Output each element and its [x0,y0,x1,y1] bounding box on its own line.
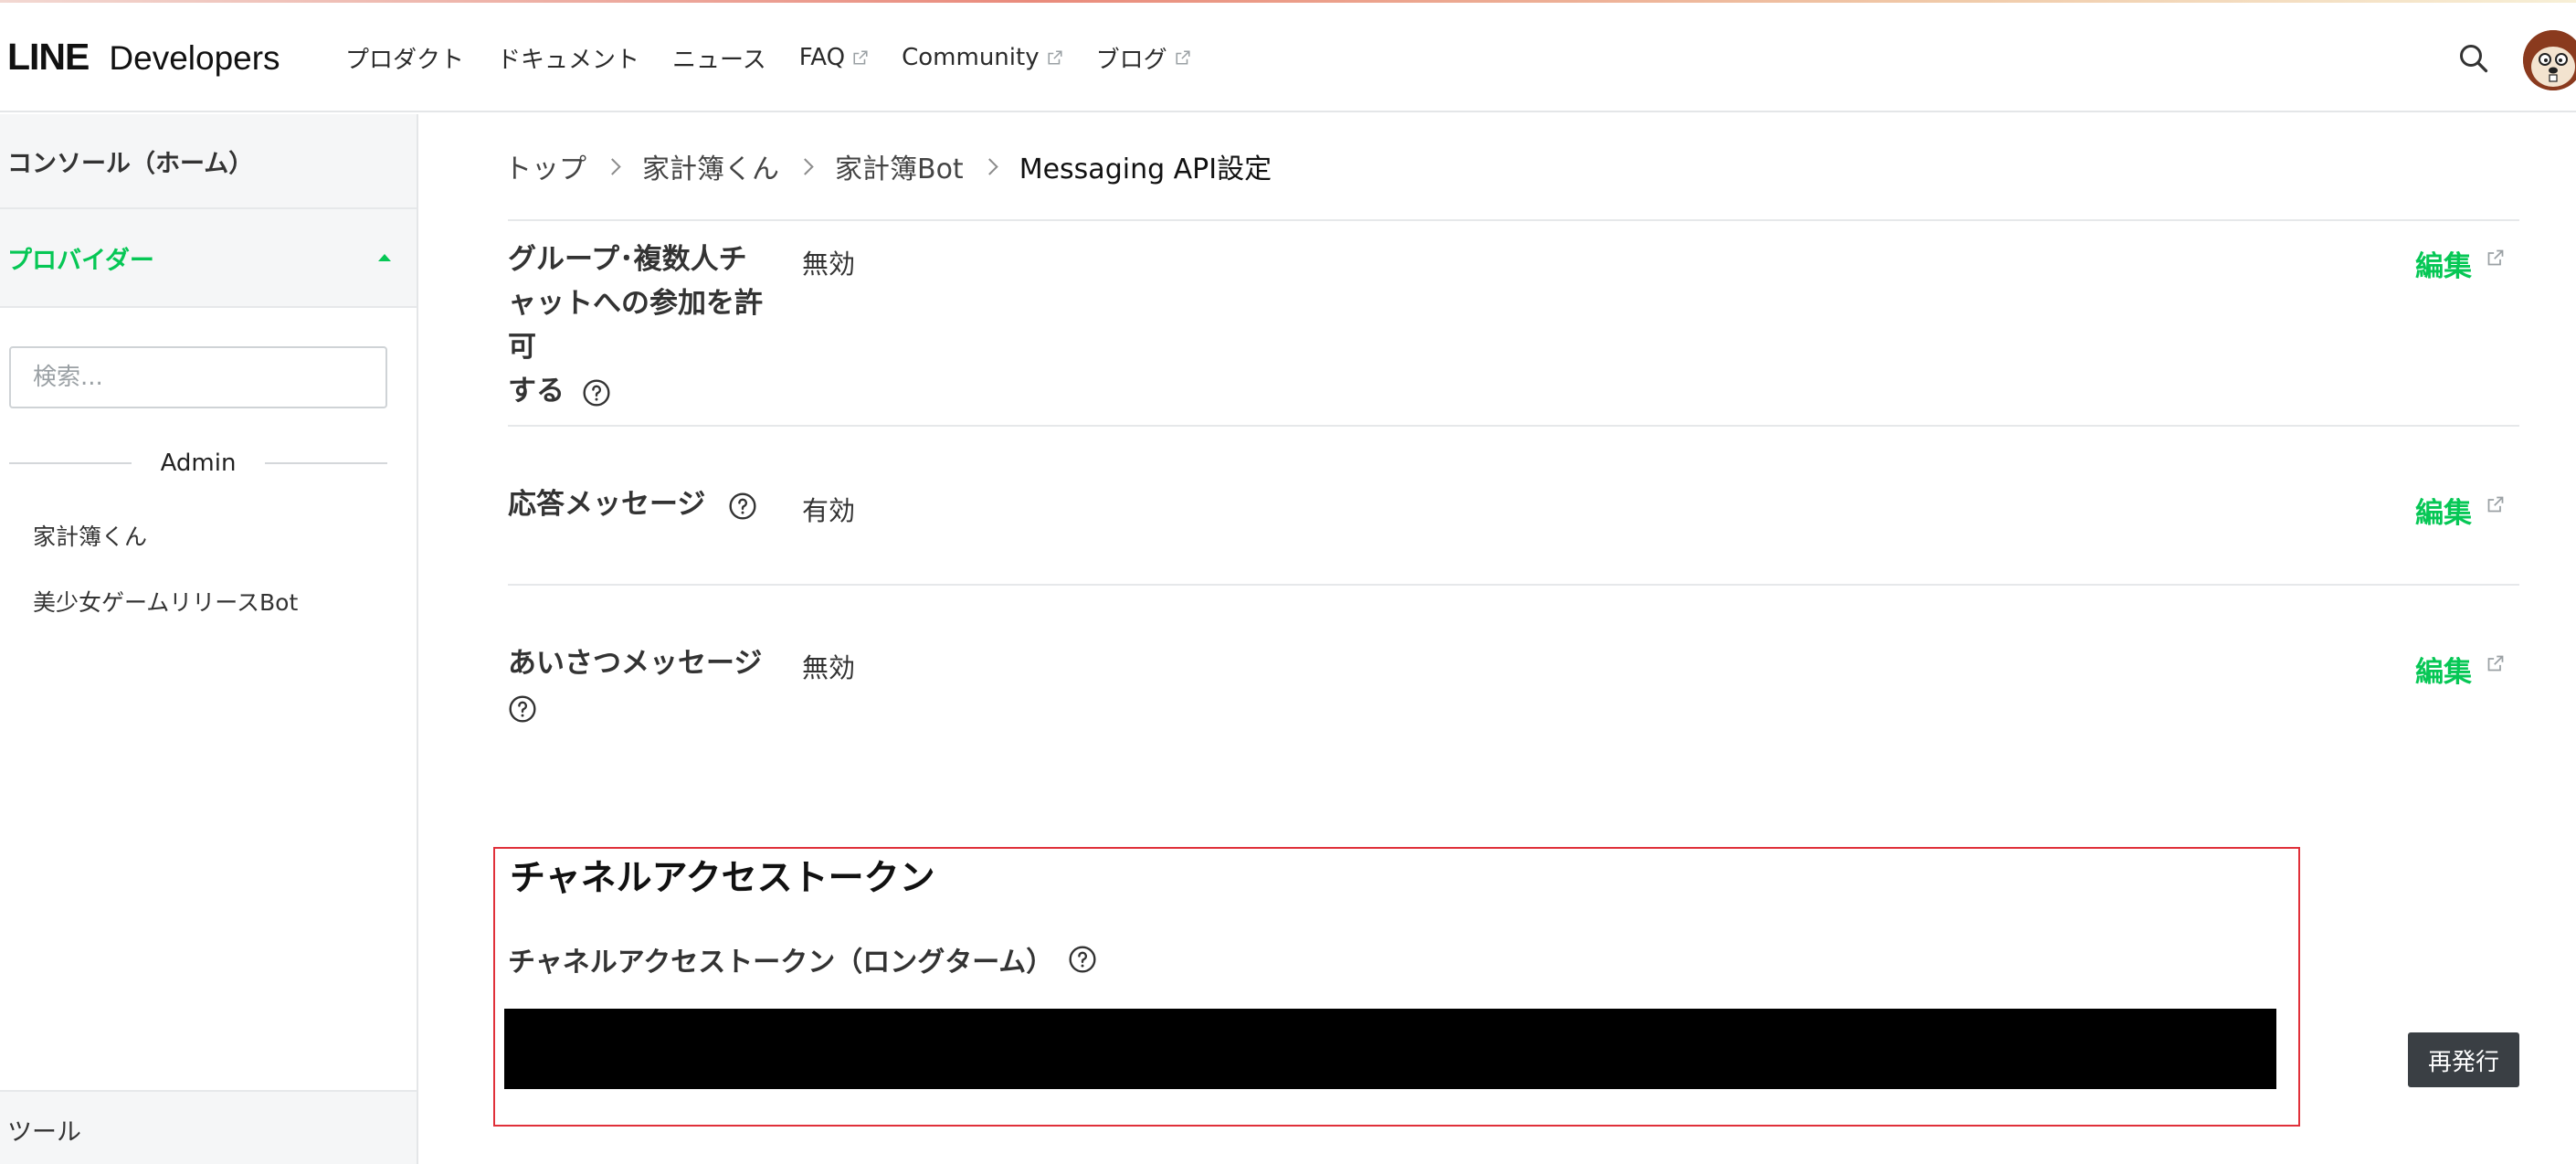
nav-blog[interactable]: ブログ [1096,41,1191,75]
help-circle-icon[interactable] [508,694,537,724]
chevron-right-icon [604,157,621,175]
edit-group-chat-link[interactable]: 編集 [2415,243,2505,284]
external-link-icon [1048,50,1062,65]
breadcrumb: トップ 家計簿くん 家計簿Bot Messaging API設定 [504,146,1272,186]
edit-greeting-link[interactable]: 編集 [2415,649,2505,690]
nav-news[interactable]: ニュース [672,41,766,75]
breadcrumb-current: Messaging API設定 [1019,153,1272,185]
help-circle-icon[interactable] [1068,945,1097,974]
token-value-redacted [504,1009,2276,1089]
external-link-icon [2487,655,2504,671]
sidebar-item-bishoujo-game-release-bot[interactable]: 美少女ゲームリリースBot [33,585,298,618]
external-link-icon [1176,50,1190,65]
user-avatar[interactable] [2523,30,2576,90]
sidebar-provider-label: プロバイダー [7,246,154,275]
setting-value-greeting: 無効 [802,652,856,683]
nav-blog-label: ブログ [1095,46,1167,74]
external-link-icon [853,50,868,65]
nav-community-label: Community [902,44,1040,71]
chevron-right-icon [797,157,814,175]
divider-line [265,462,387,464]
nav-news-label: ニュース [672,46,766,74]
sidebar-console-home[interactable]: コンソール（ホーム） [0,114,417,209]
token-long-term-text: チャネルアクセストークン（ロングターム） [508,947,1054,979]
setting-label-line [508,685,782,729]
nav-products[interactable]: プロダクト [345,41,464,75]
setting-label-line-text: する [508,375,565,407]
setting-label-line-text: 応答メッセージ [508,488,706,521]
setting-value-group-chat: 無効 [802,249,856,280]
sidebar-tools[interactable]: ツール [0,1090,417,1164]
setting-label-line: グループ･複数人チ [508,243,747,276]
external-link-icon [2487,496,2504,512]
global-header: LINE Developers プロダクト ドキュメント ニュース FAQ Co… [0,3,2576,112]
row-divider [508,584,2519,586]
setting-label-line: あいさつメッセージ [508,647,763,680]
sidebar-provider-toggle[interactable]: プロバイダー [0,209,417,308]
line-developers-logo[interactable]: LINE Developers [7,36,280,79]
admin-group-label: Admin [160,450,237,477]
logo-developers-text: Developers [109,39,280,77]
breadcrumb-channel[interactable]: 家計簿Bot [835,146,964,186]
nav-faq-label: FAQ [798,44,846,71]
sidebar-item-kakeibo-kun[interactable]: 家計簿くん [33,519,147,552]
caret-up-icon [378,254,391,261]
sidebar-tools-label: ツール [7,1117,81,1147]
nav-products-label: プロダクト [345,46,465,74]
help-circle-icon[interactable] [582,378,611,407]
sidebar-console-label: コンソール（ホーム） [7,149,254,178]
global-nav: プロダクト ドキュメント ニュース FAQ Community ブログ [345,39,1224,76]
nav-documents-label: ドキュメント [497,46,640,74]
setting-label-greeting: あいさつメッセージ [508,641,782,729]
setting-value-auto-reply: 有効 [802,495,856,526]
breadcrumb-top[interactable]: トップ [504,146,586,186]
row-divider [508,425,2519,427]
search-icon[interactable] [2457,42,2490,75]
edit-auto-reply-link[interactable]: 編集 [2415,490,2505,531]
setting-label-line: する [508,369,782,413]
edit-label: 編集 [2415,497,2472,530]
help-circle-icon[interactable] [728,492,757,521]
bear-avatar-icon [2523,30,2576,90]
setting-label-line: ャットへの参加を許可 [508,287,763,364]
token-long-term-label: チャネルアクセストークン（ロングターム） [508,939,1097,979]
row-divider [508,219,2519,221]
edit-label: 編集 [2415,656,2472,689]
logo-line-text: LINE [7,36,90,78]
nav-documents[interactable]: ドキュメント [497,41,639,75]
nav-community[interactable]: Community [902,44,1062,71]
chevron-right-icon [981,157,998,175]
setting-label-group-chat: グループ･複数人チ ャットへの参加を許可 する [508,238,782,413]
sidebar: コンソール（ホーム） プロバイダー Admin 家計簿くん 美少女ゲームリリース… [0,114,418,1164]
reissue-token-button[interactable]: 再発行 [2408,1032,2519,1087]
nav-faq[interactable]: FAQ [799,44,869,71]
token-section-title: チャネルアクセストークン [510,858,935,899]
setting-label-auto-reply: 応答メッセージ [508,482,837,526]
provider-search-input[interactable] [9,346,387,408]
edit-label: 編集 [2415,250,2472,283]
external-link-icon [2487,249,2504,265]
admin-group-divider: Admin [9,447,387,480]
breadcrumb-provider[interactable]: 家計簿くん [642,146,779,186]
divider-line [9,462,132,464]
